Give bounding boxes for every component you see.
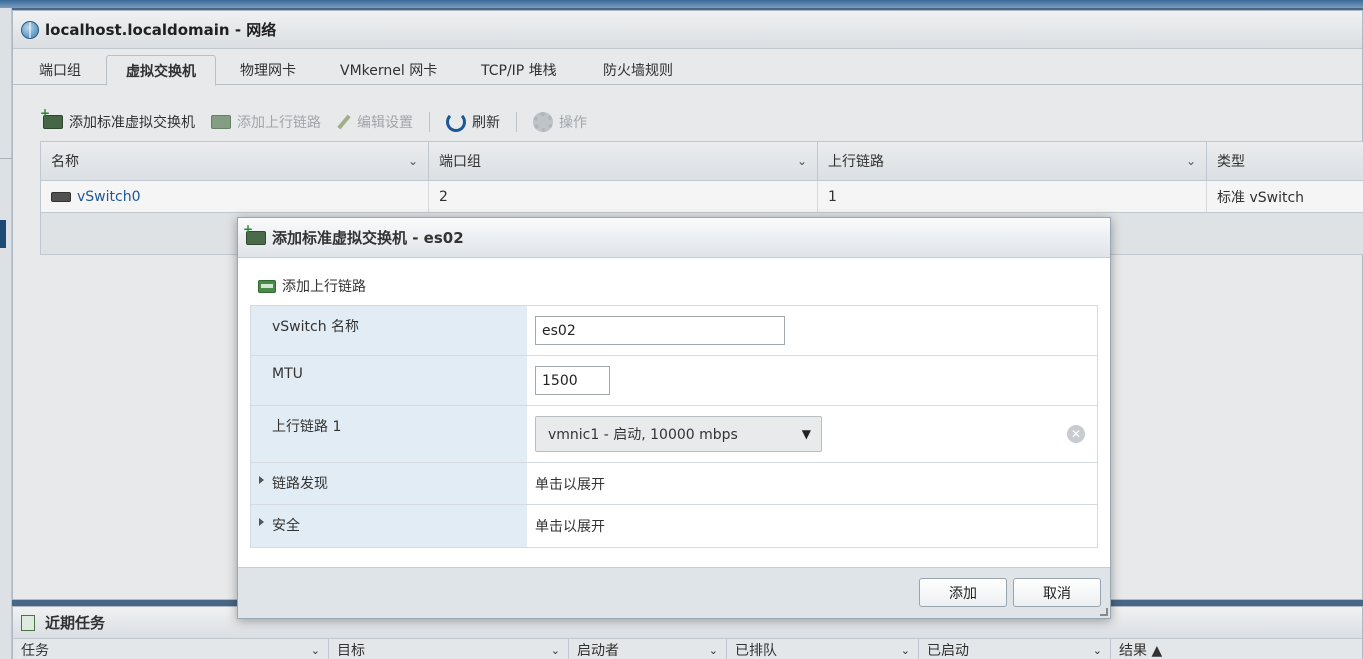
form-row-mtu: MTU [251, 356, 1097, 406]
dialog-footer: 添加 取消 [238, 567, 1110, 618]
field-value: vmnic1 - 启动, 10000 mbps ▼ ✕ [527, 406, 1097, 462]
form-row-security[interactable]: 安全 单击以展开 [251, 505, 1097, 547]
remove-uplink-icon[interactable]: ✕ [1067, 425, 1085, 443]
field-label: 上行链路 1 [251, 406, 527, 462]
uplink-select[interactable]: vmnic1 - 启动, 10000 mbps ▼ [535, 416, 822, 452]
expand-arrow-icon[interactable] [259, 476, 264, 484]
field-label: MTU [251, 356, 527, 405]
uplink-icon [258, 279, 276, 293]
add-button[interactable]: 添加 [919, 578, 1007, 607]
field-label[interactable]: 链路发现 [251, 463, 527, 504]
dialog-add-uplink-button[interactable]: 添加上行链路 [258, 276, 366, 296]
dialog-title-bar: 添加标准虚拟交换机 - es02 [238, 218, 1110, 258]
dialog-title: 添加标准虚拟交换机 - es02 [272, 229, 464, 247]
mtu-input[interactable] [535, 366, 610, 395]
form-row-name: vSwitch 名称 [251, 306, 1097, 356]
form-row-uplink: 上行链路 1 vmnic1 - 启动, 10000 mbps ▼ ✕ [251, 406, 1097, 463]
link-discovery-expand[interactable]: 单击以展开 [527, 463, 1097, 504]
add-switch-icon [243, 222, 266, 245]
field-value [527, 356, 1097, 405]
add-vswitch-dialog: 添加标准虚拟交换机 - es02 添加上行链路 vSwitch 名称 MTU 上… [237, 217, 1111, 619]
vswitch-name-input[interactable] [535, 316, 785, 345]
field-value [527, 306, 1097, 355]
dialog-add-uplink-label: 添加上行链路 [282, 279, 366, 295]
resize-handle-icon[interactable] [1100, 608, 1108, 616]
cancel-button[interactable]: 取消 [1013, 578, 1101, 607]
link-discovery-label: 链路发现 [272, 476, 328, 492]
expand-arrow-icon[interactable] [259, 518, 264, 526]
vswitch-form: vSwitch 名称 MTU 上行链路 1 vmnic1 - 启动, 10000… [250, 305, 1098, 548]
dialog-body: 添加上行链路 vSwitch 名称 MTU 上行链路 1 vmnic1 - 启动 [238, 258, 1110, 569]
dropdown-arrow-icon: ▼ [801, 427, 811, 441]
security-label: 安全 [272, 518, 300, 534]
form-row-link-discovery[interactable]: 链路发现 单击以展开 [251, 463, 1097, 505]
field-label: vSwitch 名称 [251, 306, 527, 355]
uplink-select-value: vmnic1 - 启动, 10000 mbps [548, 427, 738, 443]
field-label[interactable]: 安全 [251, 505, 527, 547]
security-expand[interactable]: 单击以展开 [527, 505, 1097, 547]
